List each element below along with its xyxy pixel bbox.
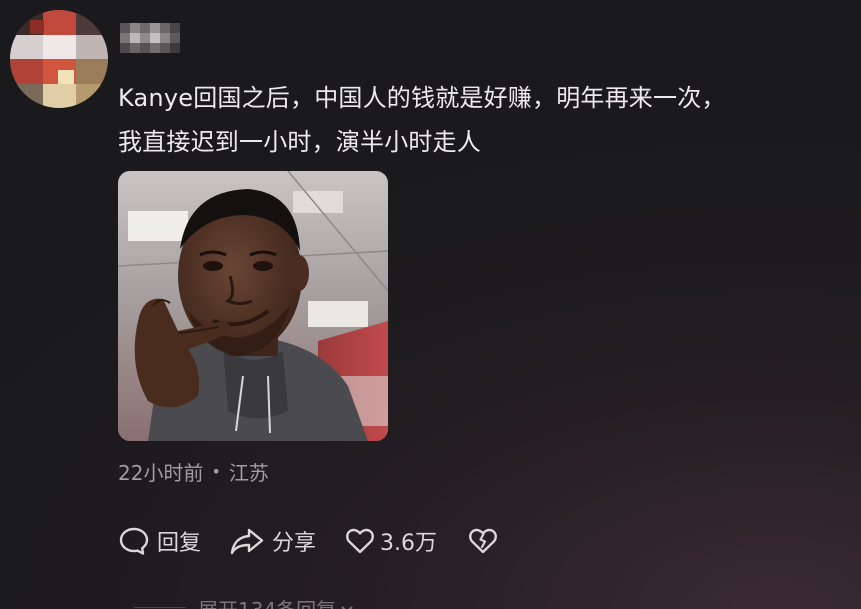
expand-divider (134, 607, 186, 608)
username[interactable] (120, 23, 180, 53)
comment-image-illustration (118, 171, 388, 441)
comment-image[interactable] (118, 171, 388, 441)
broken-heart-icon (467, 525, 499, 557)
avatar-image (10, 10, 108, 108)
chevron-down-icon (340, 597, 354, 609)
expand-replies-label: 展开134条回复 (198, 594, 336, 609)
like-count: 3.6万 (380, 531, 438, 556)
heart-icon (344, 525, 376, 557)
comment-actions: 回复 分享 3.6万 (118, 521, 499, 561)
comment-text-line-1: Kanye回国之后，中国人的钱就是好赚，明年再来一次， (118, 84, 726, 112)
reply-label: 回复 (157, 531, 202, 556)
comment-text-line-2: 我直接迟到一小时，演半小时走人 (118, 128, 481, 156)
share-button[interactable]: 分享 (229, 525, 316, 557)
comment-meta: 22小时前 • 江苏 (118, 457, 269, 486)
expand-replies-button[interactable]: 展开134条回复 (198, 594, 354, 609)
reply-button[interactable]: 回复 (118, 525, 201, 557)
avatar[interactable] (10, 10, 108, 108)
reply-icon (118, 525, 150, 557)
comment-location: 江苏 (228, 461, 269, 485)
comment-time: 22小时前 (118, 461, 204, 485)
dislike-button[interactable] (467, 525, 499, 557)
comment-text: Kanye回国之后，中国人的钱就是好赚，明年再来一次， 我直接迟到一小时，演半小… (118, 76, 848, 164)
share-label: 分享 (272, 531, 317, 556)
meta-separator: • (211, 462, 221, 481)
like-button[interactable]: 3.6万 (344, 525, 437, 557)
share-icon (229, 525, 265, 557)
